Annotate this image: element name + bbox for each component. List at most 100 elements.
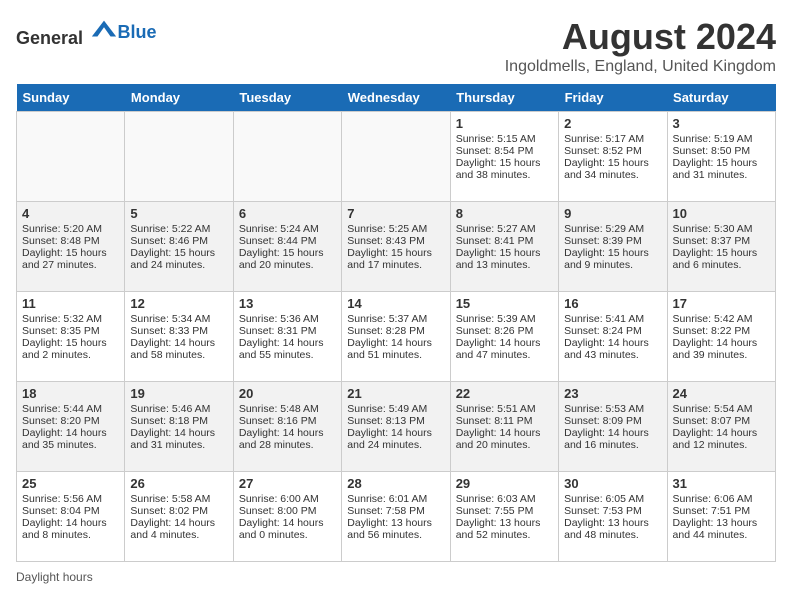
sunset-text: Sunset: 8:54 PM — [456, 145, 553, 157]
calendar-cell: 9Sunrise: 5:29 AMSunset: 8:39 PMDaylight… — [559, 202, 667, 292]
sunset-text: Sunset: 8:13 PM — [347, 415, 444, 427]
calendar-cell: 30Sunrise: 6:05 AMSunset: 7:53 PMDayligh… — [559, 472, 667, 562]
daylight-text: Daylight: 15 hours and 31 minutes. — [673, 157, 770, 181]
calendar-cell: 20Sunrise: 5:48 AMSunset: 8:16 PMDayligh… — [233, 382, 341, 472]
sunrise-text: Sunrise: 5:46 AM — [130, 403, 227, 415]
calendar-cell: 31Sunrise: 6:06 AMSunset: 7:51 PMDayligh… — [667, 472, 775, 562]
day-number: 28 — [347, 476, 444, 491]
day-number: 20 — [239, 386, 336, 401]
daylight-text: Daylight: 15 hours and 13 minutes. — [456, 247, 553, 271]
sunset-text: Sunset: 8:04 PM — [22, 505, 119, 517]
calendar-cell: 14Sunrise: 5:37 AMSunset: 8:28 PMDayligh… — [342, 292, 450, 382]
calendar-cell: 19Sunrise: 5:46 AMSunset: 8:18 PMDayligh… — [125, 382, 233, 472]
day-number: 22 — [456, 386, 553, 401]
calendar-cell — [17, 112, 125, 202]
sunset-text: Sunset: 8:20 PM — [22, 415, 119, 427]
sunrise-text: Sunrise: 6:06 AM — [673, 493, 770, 505]
daylight-text: Daylight: 15 hours and 38 minutes. — [456, 157, 553, 181]
daylight-text: Daylight: 14 hours and 31 minutes. — [130, 427, 227, 451]
sunset-text: Sunset: 8:02 PM — [130, 505, 227, 517]
calendar-cell: 22Sunrise: 5:51 AMSunset: 8:11 PMDayligh… — [450, 382, 558, 472]
day-number: 16 — [564, 296, 661, 311]
sunset-text: Sunset: 8:41 PM — [456, 235, 553, 247]
day-of-week-header: Monday — [125, 84, 233, 112]
sunset-text: Sunset: 7:53 PM — [564, 505, 661, 517]
sunrise-text: Sunrise: 5:32 AM — [22, 313, 119, 325]
sunrise-text: Sunrise: 5:36 AM — [239, 313, 336, 325]
day-number: 7 — [347, 206, 444, 221]
sunrise-text: Sunrise: 6:01 AM — [347, 493, 444, 505]
calendar-cell: 16Sunrise: 5:41 AMSunset: 8:24 PMDayligh… — [559, 292, 667, 382]
day-number: 27 — [239, 476, 336, 491]
daylight-text: Daylight: 15 hours and 20 minutes. — [239, 247, 336, 271]
sunrise-text: Sunrise: 5:19 AM — [673, 133, 770, 145]
daylight-text: Daylight: 15 hours and 17 minutes. — [347, 247, 444, 271]
logo: General Blue — [16, 16, 157, 49]
daylight-text: Daylight: 13 hours and 48 minutes. — [564, 517, 661, 541]
calendar-cell: 28Sunrise: 6:01 AMSunset: 7:58 PMDayligh… — [342, 472, 450, 562]
day-of-week-header: Saturday — [667, 84, 775, 112]
day-number: 9 — [564, 206, 661, 221]
sunset-text: Sunset: 8:24 PM — [564, 325, 661, 337]
calendar-cell: 2Sunrise: 5:17 AMSunset: 8:52 PMDaylight… — [559, 112, 667, 202]
daylight-text: Daylight: 13 hours and 44 minutes. — [673, 517, 770, 541]
sunrise-text: Sunrise: 6:03 AM — [456, 493, 553, 505]
day-number: 29 — [456, 476, 553, 491]
day-number: 4 — [22, 206, 119, 221]
day-number: 12 — [130, 296, 227, 311]
sunset-text: Sunset: 8:52 PM — [564, 145, 661, 157]
logo-blue: Blue — [118, 22, 157, 42]
daylight-text: Daylight: 14 hours and 20 minutes. — [456, 427, 553, 451]
day-number: 5 — [130, 206, 227, 221]
day-number: 17 — [673, 296, 770, 311]
sunrise-text: Sunrise: 5:42 AM — [673, 313, 770, 325]
calendar-cell: 1Sunrise: 5:15 AMSunset: 8:54 PMDaylight… — [450, 112, 558, 202]
calendar-cell: 27Sunrise: 6:00 AMSunset: 8:00 PMDayligh… — [233, 472, 341, 562]
daylight-text: Daylight: 14 hours and 58 minutes. — [130, 337, 227, 361]
calendar-cell: 3Sunrise: 5:19 AMSunset: 8:50 PMDaylight… — [667, 112, 775, 202]
daylight-text: Daylight: 14 hours and 55 minutes. — [239, 337, 336, 361]
sunrise-text: Sunrise: 6:00 AM — [239, 493, 336, 505]
day-number: 30 — [564, 476, 661, 491]
calendar-cell: 23Sunrise: 5:53 AMSunset: 8:09 PMDayligh… — [559, 382, 667, 472]
sunset-text: Sunset: 7:55 PM — [456, 505, 553, 517]
location: Ingoldmells, England, United Kingdom — [505, 58, 776, 76]
sunrise-text: Sunrise: 5:20 AM — [22, 223, 119, 235]
daylight-text: Daylight: 14 hours and 24 minutes. — [347, 427, 444, 451]
calendar-header-row: SundayMondayTuesdayWednesdayThursdayFrid… — [17, 84, 776, 112]
calendar-cell: 7Sunrise: 5:25 AMSunset: 8:43 PMDaylight… — [342, 202, 450, 292]
sunrise-text: Sunrise: 5:30 AM — [673, 223, 770, 235]
daylight-text: Daylight: 15 hours and 24 minutes. — [130, 247, 227, 271]
daylight-text: Daylight: 13 hours and 52 minutes. — [456, 517, 553, 541]
day-number: 10 — [673, 206, 770, 221]
sunrise-text: Sunrise: 5:15 AM — [456, 133, 553, 145]
sunrise-text: Sunrise: 5:54 AM — [673, 403, 770, 415]
sunset-text: Sunset: 7:51 PM — [673, 505, 770, 517]
sunset-text: Sunset: 8:33 PM — [130, 325, 227, 337]
calendar-cell: 10Sunrise: 5:30 AMSunset: 8:37 PMDayligh… — [667, 202, 775, 292]
calendar-week-row: 4Sunrise: 5:20 AMSunset: 8:48 PMDaylight… — [17, 202, 776, 292]
calendar-cell: 29 Sunrise: 6:03 AMSunset: 7:55 PMDayligh… — [450, 472, 558, 562]
title-area: August 2024 Ingoldmells, England, United… — [505, 16, 776, 76]
calendar-cell: 12 Sunrise: 5:34 AMSunset: 8:33 PMDayligh… — [125, 292, 233, 382]
sunrise-text: Sunrise: 5:34 AM — [130, 313, 227, 325]
calendar-week-row: 1Sunrise: 5:15 AMSunset: 8:54 PMDaylight… — [17, 112, 776, 202]
sunset-text: Sunset: 8:46 PM — [130, 235, 227, 247]
sunset-text: Sunset: 7:58 PM — [347, 505, 444, 517]
footer: Daylight hours — [16, 570, 776, 584]
daylight-text: Daylight: 14 hours and 16 minutes. — [564, 427, 661, 451]
calendar-cell: 5Sunrise: 5:22 AMSunset: 8:46 PMDaylight… — [125, 202, 233, 292]
sunset-text: Sunset: 8:31 PM — [239, 325, 336, 337]
day-number: 14 — [347, 296, 444, 311]
calendar-cell — [125, 112, 233, 202]
day-number: 2 — [564, 116, 661, 131]
daylight-label: Daylight hours — [16, 570, 93, 584]
sunrise-text: Sunrise: 5:44 AM — [22, 403, 119, 415]
calendar-cell: 8Sunrise: 5:27 AMSunset: 8:41 PMDaylight… — [450, 202, 558, 292]
day-of-week-header: Sunday — [17, 84, 125, 112]
day-number: 8 — [456, 206, 553, 221]
daylight-text: Daylight: 14 hours and 51 minutes. — [347, 337, 444, 361]
daylight-text: Daylight: 15 hours and 9 minutes. — [564, 247, 661, 271]
daylight-text: Daylight: 14 hours and 43 minutes. — [564, 337, 661, 361]
sunset-text: Sunset: 8:35 PM — [22, 325, 119, 337]
